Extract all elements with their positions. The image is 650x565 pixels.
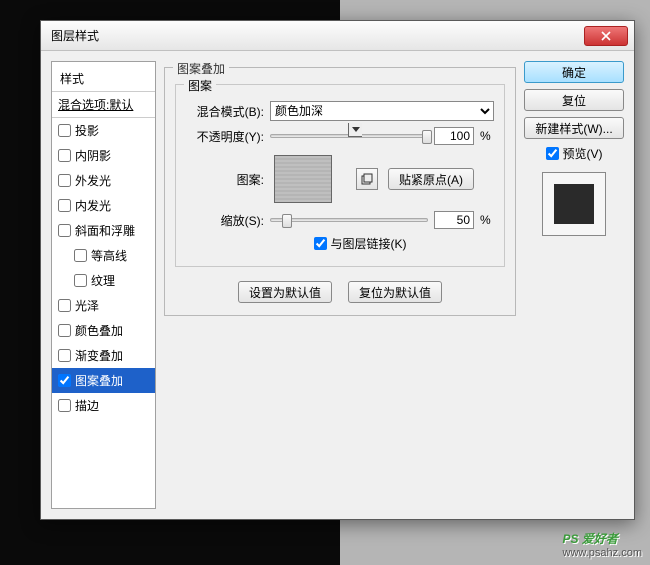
snap-origin-button[interactable]: 贴紧原点(A)	[388, 168, 474, 190]
scale-label: 缩放(S):	[186, 212, 264, 229]
preview-label: 预览(V)	[563, 145, 603, 162]
style-item[interactable]: 内阴影	[52, 143, 155, 168]
titlebar: 图层样式	[41, 21, 634, 51]
style-item-label: 颜色叠加	[75, 322, 123, 339]
style-item-label: 纹理	[91, 272, 115, 289]
link-with-layer-label: 与图层链接(K)	[331, 235, 407, 252]
style-item-label: 等高线	[91, 247, 127, 264]
style-item-label: 内发光	[75, 197, 111, 214]
style-item[interactable]: 等高线	[52, 243, 155, 268]
style-item[interactable]: 描边	[52, 393, 155, 418]
style-item-label: 斜面和浮雕	[75, 222, 135, 239]
style-item-checkbox[interactable]	[58, 199, 71, 212]
ok-button[interactable]: 确定	[524, 61, 624, 83]
dialog-title: 图层样式	[51, 27, 99, 44]
styles-header[interactable]: 样式	[52, 66, 155, 92]
cancel-button[interactable]: 复位	[524, 89, 624, 111]
styles-list: 样式 混合选项:默认 投影内阴影外发光内发光斜面和浮雕等高线纹理光泽颜色叠加渐变…	[51, 61, 156, 509]
style-item-checkbox[interactable]	[58, 324, 71, 337]
blend-mode-select[interactable]: 颜色加深	[270, 101, 494, 121]
style-item-label: 外发光	[75, 172, 111, 189]
set-default-button[interactable]: 设置为默认值	[238, 281, 332, 303]
style-item-checkbox[interactable]	[58, 349, 71, 362]
pattern-swatch[interactable]	[274, 155, 332, 203]
scale-unit: %	[480, 213, 494, 227]
style-item[interactable]: 光泽	[52, 293, 155, 318]
opacity-unit: %	[480, 129, 494, 143]
reset-default-button[interactable]: 复位为默认值	[348, 281, 442, 303]
scale-slider[interactable]	[270, 218, 428, 222]
chevron-down-icon	[352, 127, 360, 132]
style-item[interactable]: 图案叠加	[52, 368, 155, 393]
opacity-label: 不透明度(Y):	[186, 128, 264, 145]
style-item-checkbox[interactable]	[58, 224, 71, 237]
style-item[interactable]: 投影	[52, 118, 155, 143]
new-pattern-icon-button[interactable]	[356, 168, 378, 190]
style-item-checkbox[interactable]	[74, 274, 87, 287]
preview-swatch	[542, 172, 606, 236]
link-with-layer-checkbox[interactable]	[314, 237, 327, 250]
group-legend: 图案叠加	[173, 60, 229, 77]
style-item[interactable]: 渐变叠加	[52, 343, 155, 368]
style-item-checkbox[interactable]	[74, 249, 87, 262]
layer-style-dialog: 图层样式 样式 混合选项:默认 投影内阴影外发光内发光斜面和浮雕等高线纹理光泽颜…	[40, 20, 635, 520]
pattern-label: 图案:	[186, 171, 264, 188]
style-item-label: 渐变叠加	[75, 347, 123, 364]
style-item-label: 内阴影	[75, 147, 111, 164]
style-item[interactable]: 颜色叠加	[52, 318, 155, 343]
style-item-label: 图案叠加	[75, 372, 123, 389]
opacity-input[interactable]	[434, 127, 474, 145]
pattern-dropdown[interactable]	[348, 123, 362, 137]
style-item-label: 光泽	[75, 297, 99, 314]
preview-checkbox[interactable]	[546, 147, 559, 160]
style-item[interactable]: 内发光	[52, 193, 155, 218]
blend-options[interactable]: 混合选项:默认	[52, 92, 155, 118]
style-item-checkbox[interactable]	[58, 399, 71, 412]
style-item-checkbox[interactable]	[58, 149, 71, 162]
style-item-checkbox[interactable]	[58, 174, 71, 187]
pattern-overlay-group: 图案叠加 图案 混合模式(B): 颜色加深 不透明度(Y):	[164, 67, 516, 316]
style-item-checkbox[interactable]	[58, 299, 71, 312]
style-item[interactable]: 斜面和浮雕	[52, 218, 155, 243]
style-item-label: 投影	[75, 122, 99, 139]
style-item-label: 描边	[75, 397, 99, 414]
subgroup-legend: 图案	[184, 77, 216, 94]
new-style-button[interactable]: 新建样式(W)...	[524, 117, 624, 139]
style-item[interactable]: 外发光	[52, 168, 155, 193]
style-item[interactable]: 纹理	[52, 268, 155, 293]
watermark: PS 爱好者 www.psahz.com	[563, 526, 642, 559]
close-button[interactable]	[584, 26, 628, 46]
scale-input[interactable]	[434, 211, 474, 229]
style-item-checkbox[interactable]	[58, 374, 71, 387]
blend-mode-label: 混合模式(B):	[186, 103, 264, 120]
style-item-checkbox[interactable]	[58, 124, 71, 137]
pattern-subgroup: 图案 混合模式(B): 颜色加深 不透明度(Y): %	[175, 84, 505, 267]
